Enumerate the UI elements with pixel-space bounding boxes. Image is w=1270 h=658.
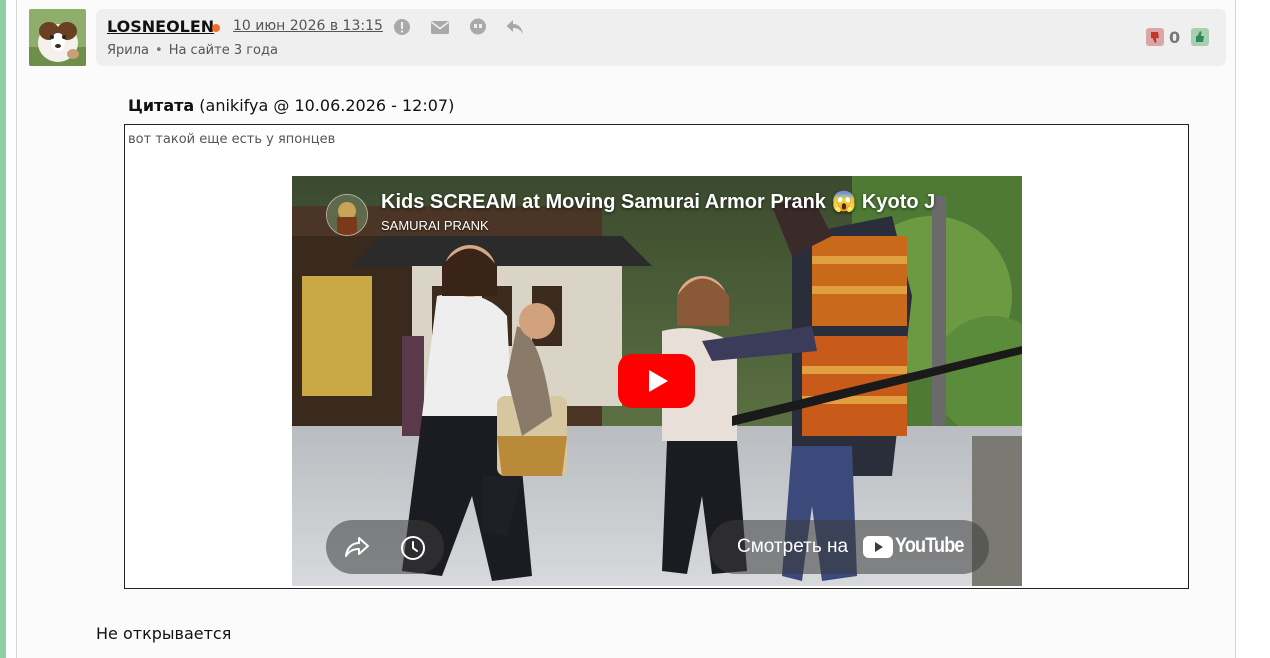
quote-label: Цитата: [128, 96, 195, 115]
reply-icon[interactable]: [505, 17, 525, 37]
post-header: LOSNEOLEN 10 июн 2026 в 13:15 Ярила • На с…: [96, 9, 1226, 66]
user-meta: Ярила • На сайте 3 года: [107, 43, 278, 58]
quote-text: вот такой еще есть у японцев: [128, 132, 336, 147]
like-button[interactable]: [1191, 28, 1209, 46]
alert-icon[interactable]: [392, 17, 412, 37]
play-button[interactable]: [618, 354, 695, 408]
quote-box: вот такой еще есть у японцев Kids SCREAM…: [124, 124, 1189, 589]
reply-text: Не открывается: [96, 624, 232, 643]
post-date-link[interactable]: 10 июн 2026 в 13:15: [233, 18, 383, 34]
watch-later-icon[interactable]: [400, 535, 426, 565]
video-channel[interactable]: SAMURAI PRANK: [381, 218, 489, 233]
rating-value: 0: [1169, 28, 1181, 47]
member-since: На сайте 3 года: [168, 43, 278, 58]
quote-icon[interactable]: [468, 17, 488, 37]
mail-icon[interactable]: [430, 17, 450, 37]
meta-separator: •: [155, 43, 163, 58]
dislike-button[interactable]: [1146, 28, 1164, 46]
right-margin: [1236, 0, 1270, 658]
watch-on-youtube-button[interactable]: Смотреть на YouTube: [709, 520, 989, 574]
quote-source: (anikifya @ 10.06.2026 - 12:07): [199, 96, 455, 115]
play-icon: [618, 354, 695, 408]
video-actions: [326, 520, 444, 574]
video-title[interactable]: Kids SCREAM at Moving Samurai Armor Pran…: [381, 189, 935, 214]
youtube-embed[interactable]: Kids SCREAM at Moving Samurai Armor Pran…: [292, 176, 1022, 586]
like-icon: [1196, 31, 1204, 42]
youtube-logo-icon: [863, 536, 893, 562]
watch-on-label: Смотреть на: [737, 536, 849, 557]
content-border-left: [16, 0, 17, 658]
left-accent-strip: [0, 0, 6, 658]
online-status-dot: [212, 24, 220, 32]
channel-avatar[interactable]: [326, 194, 368, 236]
youtube-logo-text: YouTube: [895, 534, 964, 557]
username-link[interactable]: LOSNEOLEN: [107, 17, 214, 36]
avatar[interactable]: [29, 9, 86, 66]
quote-header: Цитата (anikifya @ 10.06.2026 - 12:07): [128, 96, 454, 115]
share-icon[interactable]: [344, 535, 370, 563]
dislike-icon: [1151, 32, 1159, 43]
user-role: Ярила: [107, 43, 150, 58]
